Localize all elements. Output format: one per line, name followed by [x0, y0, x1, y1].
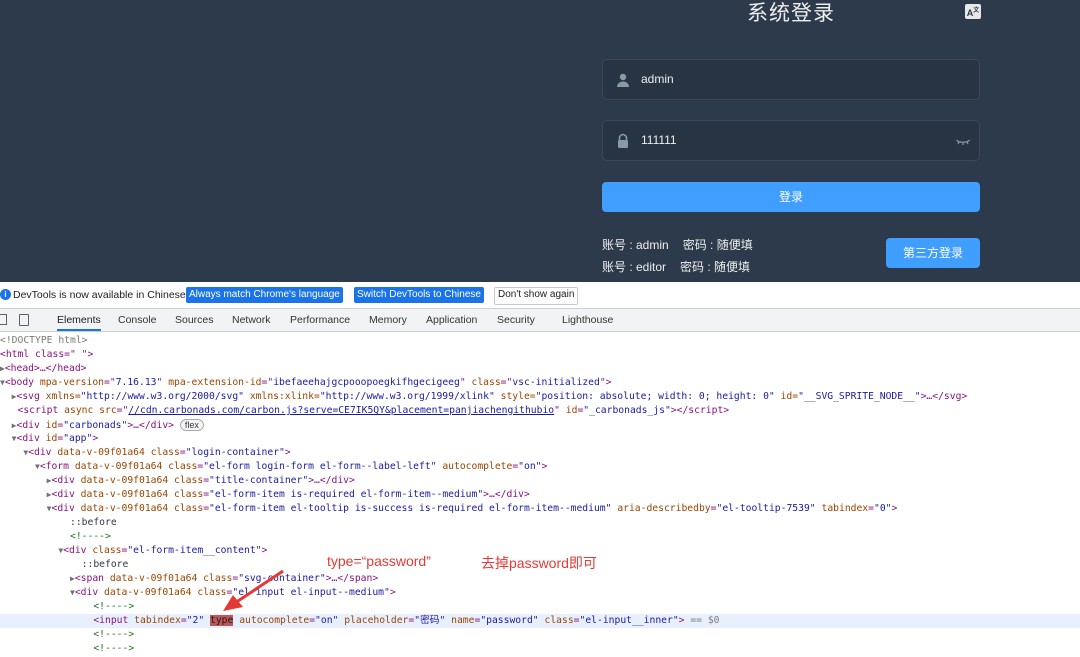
dom-node[interactable]: ▼<body mpa-version="7.16.13" mpa-extensi…: [0, 376, 1080, 390]
login-page: 系统登录 A文 admin 111111 登录 账号 : admin 密码 : 随…: [0, 0, 1080, 282]
dom-node[interactable]: ▼<form data-v-09f01a64 class="el-form lo…: [0, 460, 1080, 474]
dom-node[interactable]: ▶<div data-v-09f01a64 class="title-conta…: [0, 474, 1080, 488]
dom-node[interactable]: ▼<div id="app">: [0, 432, 1080, 446]
login-title: 系统登录: [747, 2, 835, 25]
flex-badge[interactable]: flex: [179, 419, 204, 431]
inspect-element-icon[interactable]: [0, 314, 7, 325]
script-src-link[interactable]: //cdn.carbonads.com/carbon.js?serve=CE7I…: [128, 405, 554, 416]
devtools-panel: i DevTools is now available in Chinese! …: [0, 282, 1080, 657]
dom-node[interactable]: <!---->: [0, 530, 1080, 544]
username-field[interactable]: admin: [602, 59, 980, 100]
tab-application[interactable]: Application: [426, 309, 477, 331]
dom-node-selected[interactable]: <input tabindex="2" type autocomplete="o…: [0, 614, 1080, 628]
dom-node[interactable]: ▼<div data-v-09f01a64 class="el-input el…: [0, 586, 1080, 600]
dom-node[interactable]: <html class=" ">: [0, 348, 1080, 362]
dom-node[interactable]: ::before: [0, 516, 1080, 530]
dom-node[interactable]: <!---->: [0, 628, 1080, 642]
match-language-button[interactable]: Always match Chrome's language: [186, 287, 343, 303]
annotation-arrow-icon: [223, 569, 284, 611]
dom-node[interactable]: ▶<span data-v-09f01a64 class="svg-contai…: [0, 572, 1080, 586]
annotation-remove-password: 去掉password即可: [481, 555, 597, 571]
tip-password: 密码 : 随便填: [682, 238, 753, 252]
dom-node[interactable]: ▶<head>…</head>: [0, 362, 1080, 376]
dom-node[interactable]: <script async src="//cdn.carbonads.com/c…: [0, 404, 1080, 418]
tab-security[interactable]: Security: [497, 309, 535, 331]
login-button[interactable]: 登录: [602, 182, 980, 212]
lock-icon: [618, 133, 628, 148]
notice-message: DevTools is now available in Chinese!: [13, 289, 189, 301]
dom-node[interactable]: ▼<div data-v-09f01a64 class="login-conta…: [0, 446, 1080, 460]
eye-closed-icon[interactable]: [955, 133, 971, 149]
tab-network[interactable]: Network: [232, 309, 271, 331]
tab-console[interactable]: Console: [118, 309, 157, 331]
dont-show-again-button[interactable]: Don't show again: [494, 287, 579, 305]
password-field[interactable]: 111111: [602, 120, 980, 161]
dom-node[interactable]: <!DOCTYPE html>: [0, 334, 1080, 348]
tip-account: 账号 : editor: [602, 260, 667, 274]
translate-icon[interactable]: A文: [965, 4, 981, 19]
user-icon: [617, 73, 629, 87]
devtools-tabbar: Elements Console Sources Network Perform…: [0, 309, 1080, 332]
third-party-login-button[interactable]: 第三方登录: [886, 238, 980, 268]
tab-lighthouse[interactable]: Lighthouse: [562, 309, 613, 331]
tip-editor: 账号 : editor 密码 : 随便填: [602, 258, 750, 275]
tip-account: 账号 : admin: [602, 238, 669, 252]
dom-node[interactable]: ▶<svg xmlns="http://www.w3.org/2000/svg"…: [0, 390, 1080, 404]
tip-admin: 账号 : admin 密码 : 随便填: [602, 236, 753, 253]
dom-node[interactable]: ▶<div data-v-09f01a64 class="el-form-ite…: [0, 488, 1080, 502]
tab-sources[interactable]: Sources: [175, 309, 214, 331]
device-toolbar-icon[interactable]: [19, 314, 29, 326]
tab-elements[interactable]: Elements: [57, 309, 101, 331]
switch-language-button[interactable]: Switch DevTools to Chinese: [354, 287, 484, 303]
tab-memory[interactable]: Memory: [369, 309, 407, 331]
language-notice-bar: i DevTools is now available in Chinese! …: [0, 282, 1080, 309]
tab-performance[interactable]: Performance: [290, 309, 350, 331]
info-icon: i: [0, 289, 11, 300]
password-input[interactable]: 111111: [641, 121, 677, 160]
annotation-type-password: type=“password”: [327, 553, 431, 569]
dom-node[interactable]: <!---->: [0, 642, 1080, 656]
dom-node[interactable]: ▼<div data-v-09f01a64 class="el-form-ite…: [0, 502, 1080, 516]
username-input[interactable]: admin: [641, 60, 674, 99]
dom-node[interactable]: <!---->: [0, 600, 1080, 614]
dom-node[interactable]: ▶<div id="carbonads">…</div> flex: [0, 418, 1080, 432]
tip-password: 密码 : 随便填: [680, 260, 751, 274]
